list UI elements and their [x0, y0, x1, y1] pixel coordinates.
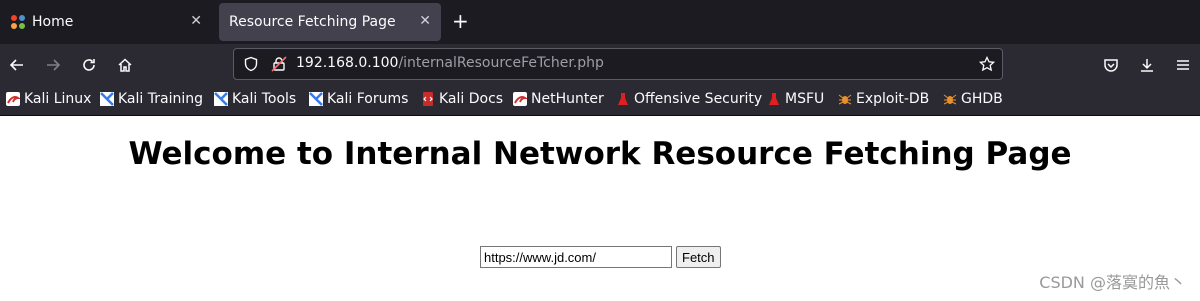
insecure-lock-icon[interactable] — [271, 56, 287, 72]
nethunter-icon — [513, 92, 527, 106]
bookmark-msfu[interactable]: MSFU — [767, 91, 824, 107]
bookmark-ghdb[interactable]: GHDB — [943, 91, 1003, 107]
close-icon[interactable]: ✕ — [419, 13, 431, 29]
url-host: 192.168.0.100 — [296, 55, 399, 71]
ghdb-icon — [943, 94, 957, 105]
pocket-button[interactable] — [1095, 44, 1127, 86]
tab-resource-fetching[interactable]: Resource Fetching Page ✕ — [219, 3, 441, 41]
bookmark-label: Kali Training — [118, 91, 203, 107]
kali-forums-icon — [309, 92, 323, 106]
offsec-icon — [618, 93, 628, 105]
forward-button[interactable] — [37, 44, 69, 86]
url-input[interactable] — [480, 246, 672, 268]
bookmarks-toolbar: Kali Linux Kali Training Kali Tools Kali… — [0, 86, 1200, 116]
watermark: CSDN @落寞的魚丶 — [1039, 273, 1186, 292]
bookmark-label: Offensive Security — [634, 91, 763, 107]
bookmark-label: Kali Forums — [327, 91, 409, 107]
bookmark-label: Kali Linux — [24, 91, 92, 107]
bookmark-label: Exploit-DB — [856, 91, 930, 107]
exploitdb-icon — [838, 94, 852, 105]
tab-label: Resource Fetching Page — [229, 14, 396, 30]
reload-button[interactable] — [73, 44, 105, 86]
downloads-button[interactable] — [1131, 44, 1163, 86]
page-title: Welcome to Internal Network Resource Fet… — [128, 136, 1072, 172]
new-tab-button[interactable]: + — [452, 10, 469, 32]
msfu-icon — [769, 93, 779, 105]
download-icon — [1141, 59, 1153, 72]
fetch-button[interactable]: Fetch — [676, 246, 721, 268]
tab-home[interactable]: Home ✕ — [0, 3, 212, 41]
back-arrow-icon — [9, 59, 23, 71]
home-icon — [118, 58, 132, 72]
kali-tools-icon — [214, 92, 228, 106]
bookmark-label: NetHunter — [531, 91, 604, 107]
url-text[interactable]: 192.168.0.100/internalResourceFeTcher.ph… — [296, 55, 604, 71]
pocket-icon — [1104, 59, 1118, 72]
bookmark-kali-docs[interactable]: Kali Docs — [421, 91, 503, 107]
tab-bar: Home ✕ Resource Fetching Page ✕ + — [0, 0, 1200, 44]
forward-arrow-icon — [47, 59, 61, 71]
home-button[interactable] — [109, 44, 141, 86]
fetch-form: Fetch — [480, 246, 721, 268]
page-content: Welcome to Internal Network Resource Fet… — [0, 116, 1200, 301]
joomla-icon — [11, 15, 25, 29]
bookmark-star-icon[interactable] — [979, 56, 995, 72]
bookmark-label: Kali Docs — [439, 91, 504, 107]
bookmark-label: MSFU — [785, 91, 825, 107]
bookmark-label: Kali Tools — [232, 91, 297, 107]
bookmark-kali-tools[interactable]: Kali Tools — [214, 91, 296, 107]
menu-button[interactable] — [1167, 44, 1199, 86]
shield-icon[interactable] — [243, 56, 259, 72]
hamburger-menu-icon — [1177, 60, 1189, 70]
bookmark-kali-training[interactable]: Kali Training — [100, 91, 203, 107]
close-icon[interactable]: ✕ — [190, 13, 202, 29]
bookmark-kali-forums[interactable]: Kali Forums — [309, 91, 408, 107]
kali-training-icon — [100, 92, 114, 106]
back-button[interactable] — [1, 44, 33, 86]
bookmark-nethunter[interactable]: NetHunter — [513, 91, 604, 107]
address-bar[interactable]: 192.168.0.100/internalResourceFeTcher.ph… — [233, 48, 1003, 80]
bookmark-exploit-db[interactable]: Exploit-DB — [838, 91, 929, 107]
kali-docs-icon — [423, 92, 433, 106]
kali-dragon-icon — [6, 92, 20, 106]
bookmark-offensive-security[interactable]: Offensive Security — [616, 91, 762, 107]
reload-icon — [83, 59, 95, 71]
tab-label: Home — [32, 14, 74, 30]
url-path: /internalResourceFeTcher.php — [398, 55, 604, 71]
bookmark-kali-linux[interactable]: Kali Linux — [6, 91, 91, 107]
bookmark-label: GHDB — [961, 91, 1003, 107]
